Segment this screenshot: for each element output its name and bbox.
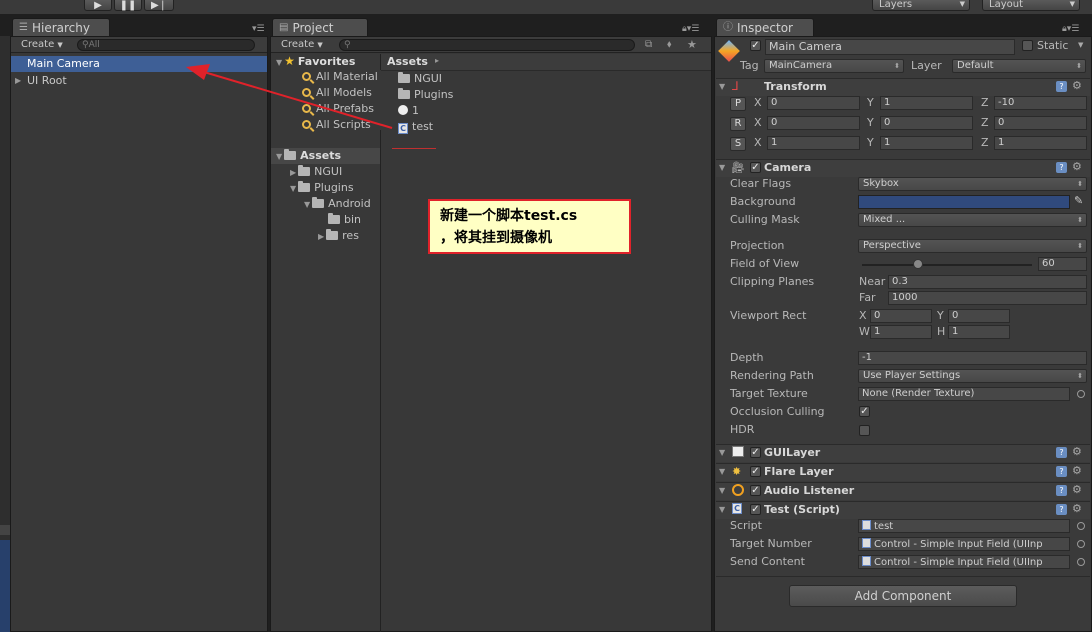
arrow-head [186,64,210,80]
annotation-line-1: 新建一个脚本test.cs [440,208,578,224]
annotation-arrow [186,64,393,129]
annotation-note: 新建一个脚本test.cs ，将其挂到摄像机 [428,199,631,254]
arrow-line [203,71,393,129]
annotation-line-2: ，将其挂到摄像机 [440,230,552,246]
